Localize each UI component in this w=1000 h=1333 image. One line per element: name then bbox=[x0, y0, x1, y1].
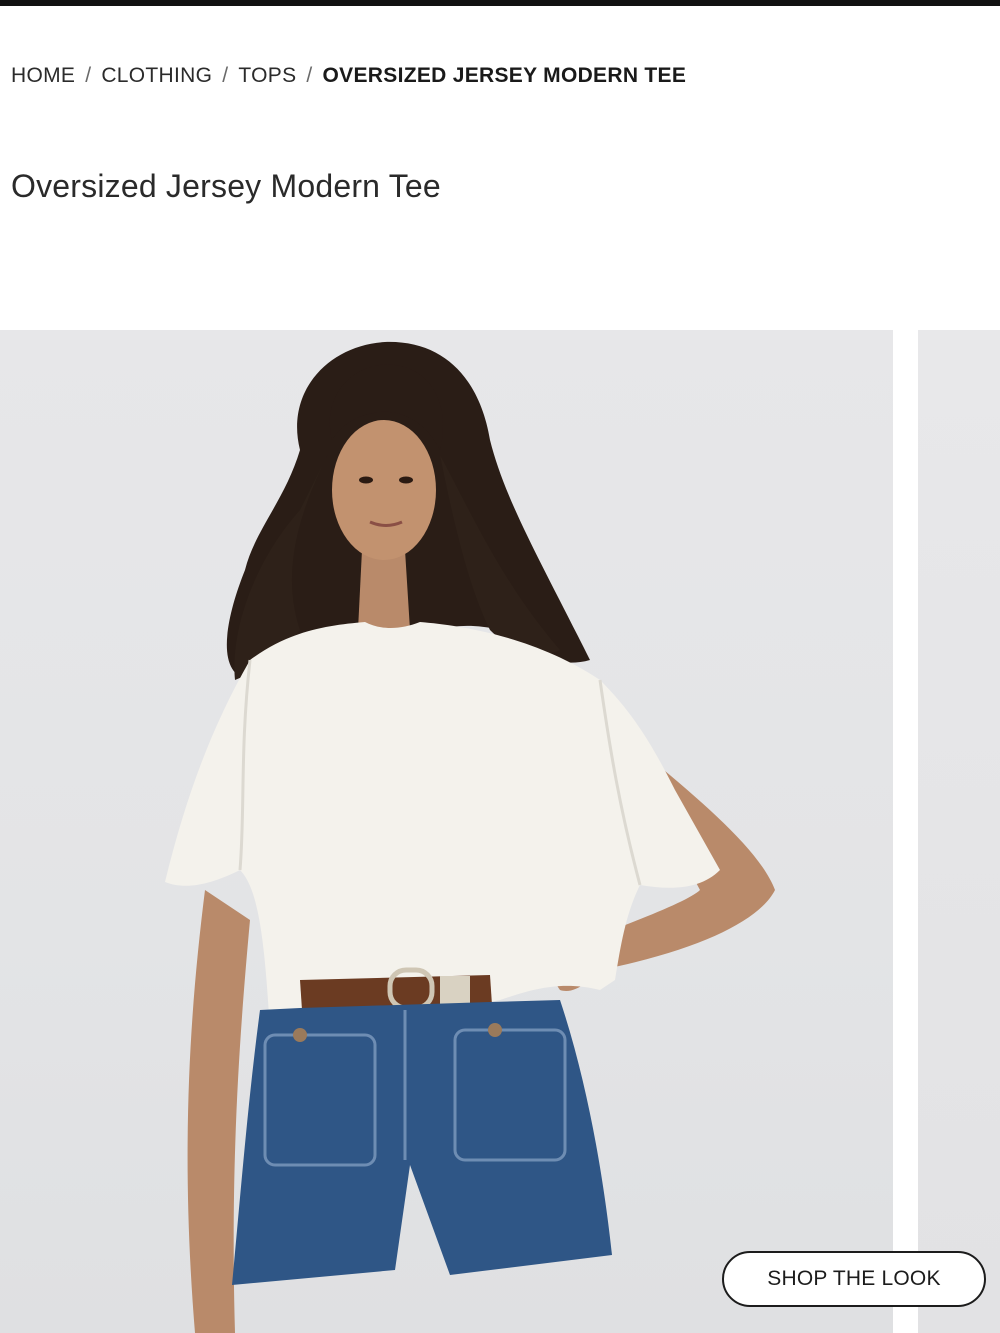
face bbox=[332, 420, 436, 560]
breadcrumb: HOME / CLOTHING / TOPS / OVERSIZED JERSE… bbox=[11, 62, 686, 90]
breadcrumb-separator: / bbox=[222, 64, 229, 87]
shop-the-look-button[interactable]: SHOP THE LOOK bbox=[722, 1251, 986, 1307]
top-border bbox=[0, 0, 1000, 6]
neck bbox=[358, 550, 410, 630]
breadcrumb-clothing-link[interactable]: CLOTHING bbox=[101, 64, 212, 88]
breadcrumb-current: OVERSIZED JERSEY MODERN TEE bbox=[322, 64, 687, 87]
breadcrumb-separator: / bbox=[306, 64, 313, 87]
breadcrumb-home-link[interactable]: HOME bbox=[11, 64, 75, 88]
product-image-next-peek[interactable] bbox=[918, 330, 1000, 1333]
product-image-gallery[interactable] bbox=[0, 330, 1000, 1333]
product-title: Oversized Jersey Modern Tee bbox=[11, 168, 441, 204]
breadcrumb-tops-link[interactable]: TOPS bbox=[238, 64, 296, 88]
product-image-main[interactable] bbox=[0, 330, 893, 1333]
denim-shorts bbox=[232, 1000, 612, 1285]
model-photo bbox=[165, 341, 775, 1333]
breadcrumb-separator: / bbox=[85, 64, 92, 87]
